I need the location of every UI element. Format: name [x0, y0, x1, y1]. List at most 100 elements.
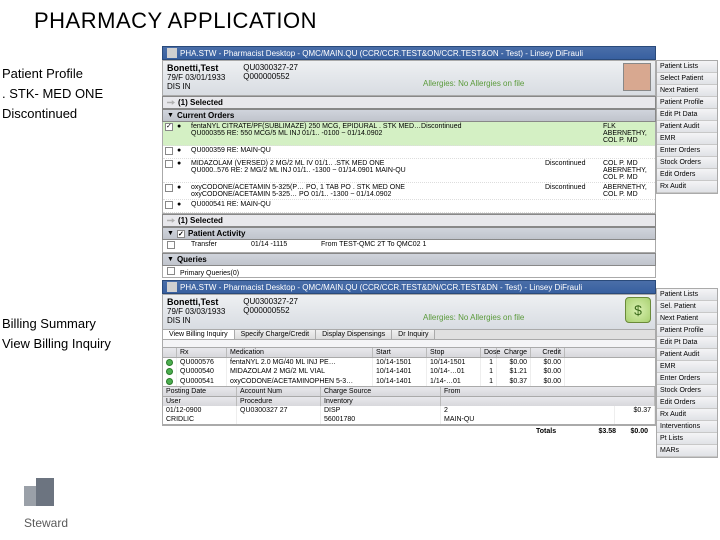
panel-btn-edit-orders[interactable]: Edit Orders	[657, 397, 717, 409]
panel-btn-sel-patient[interactable]: Sel. Patient	[657, 301, 717, 313]
order-med: QU000541 RE: MAIN-QU	[191, 201, 545, 211]
panel-btn-interventions[interactable]: Interventions	[657, 421, 717, 433]
sub-row[interactable]: 01/12-0900QU0300327 27DISP2$0.37	[163, 406, 655, 415]
checkbox[interactable]	[165, 147, 173, 155]
arrow-icon	[167, 99, 175, 107]
tab-view-billing-inquiry[interactable]: View Billing Inquiry	[163, 330, 235, 339]
panel-btn-select-patient[interactable]: Select Patient	[657, 73, 717, 85]
panel-btn-edit-orders[interactable]: Edit Orders	[657, 169, 717, 181]
rx-stop: 10/14-…01	[427, 367, 481, 376]
order-med: fentaNYL CITRATE/PF(SUBLIMAZE) 250 MCG, …	[191, 123, 545, 144]
panel-btn-edit-pt-data[interactable]: Edit Pt Data	[657, 109, 717, 121]
checkbox[interactable]	[165, 201, 173, 209]
patient-activity-header[interactable]: ▼ Patient Activity	[162, 227, 656, 240]
panel-btn-rx-audit[interactable]: Rx Audit	[657, 409, 717, 421]
status-icon: ●	[177, 184, 191, 198]
status-icon	[166, 359, 173, 366]
checkbox[interactable]	[167, 241, 175, 249]
activity-date: 01/14 -1115	[251, 241, 321, 251]
panel-btn-enter-orders[interactable]: Enter Orders	[657, 373, 717, 385]
rx-dose: 1	[481, 358, 497, 367]
section-title: Queries	[177, 255, 207, 264]
totals-charge: $3.58	[576, 428, 616, 435]
allergies-text: Allergies: No Allergies on file	[423, 313, 524, 322]
patient-acct: QU0300327-27	[243, 297, 298, 306]
panel-btn-next-patient[interactable]: Next Patient	[657, 313, 717, 325]
app-icon	[167, 282, 177, 292]
col-credit: Credit	[531, 348, 565, 357]
col-medication: Medication	[227, 348, 373, 357]
panel-btn-patient-audit[interactable]: Patient Audit	[657, 121, 717, 133]
checkbox[interactable]	[167, 267, 175, 275]
titlebar: PHA.STW - Pharmacist Desktop - QMC/MAIN.…	[162, 280, 656, 294]
checkbox[interactable]	[165, 184, 173, 192]
tab-dr-inquiry[interactable]: Dr Inquiry	[392, 330, 435, 339]
section-title: Patient Activity	[188, 229, 246, 238]
rx-dose: 1	[481, 367, 497, 376]
panel-btn-patient-profile[interactable]: Patient Profile	[657, 97, 717, 109]
order-row[interactable]: ● QU000359 RE: MAIN-QU	[163, 146, 655, 159]
steward-logo: Steward	[24, 478, 120, 518]
right-panel: Patient ListsSelect PatientNext PatientP…	[656, 60, 718, 194]
order-status	[545, 123, 603, 144]
col-inventory: Inventory	[321, 397, 441, 406]
order-row[interactable]: ● oxyCODONE/ACETAMIN 5-325(P… PO, 1 TAB …	[163, 183, 655, 200]
order-med: MIDAZOLAM (VERSED) 2 MG/2 ML IV 01/1.. .…	[191, 160, 545, 181]
queries-header[interactable]: ▼ Queries	[162, 253, 656, 266]
panel-btn-next-patient[interactable]: Next Patient	[657, 85, 717, 97]
panel-btn-patient-lists[interactable]: Patient Lists	[657, 61, 717, 73]
col-procedure: Procedure	[237, 397, 321, 406]
activity-row[interactable]: Transfer 01/14 -1115 From TEST-QMC 2T To…	[162, 240, 656, 253]
checkbox[interactable]	[165, 160, 173, 168]
panel-btn-rx-audit[interactable]: Rx Audit	[657, 181, 717, 193]
rx-stop: 1/14-…01	[427, 377, 481, 386]
sub-row[interactable]: CRIDLIC56001780MAIN-QU	[163, 415, 655, 424]
col-from: From	[441, 387, 655, 396]
selected-header[interactable]: (1) Selected	[162, 96, 656, 109]
panel-btn-pt-lists[interactable]: Pt Lists	[657, 433, 717, 445]
rx-id: QU000576	[177, 358, 227, 367]
rx-start: 10/14-1501	[373, 358, 427, 367]
status-icon: ●	[177, 123, 191, 144]
panel-btn-stock-orders[interactable]: Stock Orders	[657, 385, 717, 397]
activity-desc: From TEST-QMC 2T To QMC02 1	[321, 241, 651, 251]
col-charge: Charge	[497, 348, 531, 357]
sub-header: Posting DateAccount NumCharge SourceFrom	[163, 386, 655, 396]
current-orders-header[interactable]: ▼ Current Orders	[162, 109, 656, 122]
selected-footer[interactable]: (1) Selected	[162, 214, 656, 227]
order-provider: FLKABERNETHY,COL P. MD	[603, 123, 653, 144]
right-panel: Patient ListsSel. PatientNext PatientPat…	[656, 288, 718, 458]
patient-name: Bonetti,Test	[167, 63, 225, 73]
billing-row[interactable]: QU000576 fentaNYL 2.0 MG/40 ML INJ PE… 1…	[163, 358, 655, 367]
panel-btn-edit-pt-data[interactable]: Edit Pt Data	[657, 337, 717, 349]
order-row[interactable]: ● MIDAZOLAM (VERSED) 2 MG/2 ML IV 01/1..…	[163, 159, 655, 183]
panel-btn-emr[interactable]: EMR	[657, 361, 717, 373]
col-stop: Stop	[427, 348, 481, 357]
patient-status: DIS IN	[167, 316, 225, 325]
order-status	[545, 147, 603, 157]
panel-btn-patient-audit[interactable]: Patient Audit	[657, 349, 717, 361]
panel-btn-patient-profile[interactable]: Patient Profile	[657, 325, 717, 337]
window-pharmacist-desktop-1: PHA.STW - Pharmacist Desktop - QMC/MAIN.…	[162, 46, 656, 278]
billing-row[interactable]: QU000540 MIDAZOLAM 2 MG/2 ML VIAL 10/14-…	[163, 367, 655, 376]
patient-demo: 79/F 03/03/1933	[167, 307, 225, 316]
panel-btn-stock-orders[interactable]: Stock Orders	[657, 157, 717, 169]
col-source: Charge Source	[321, 387, 441, 396]
patient-acct: QU0300327-27	[243, 63, 298, 72]
rx-med: fentaNYL 2.0 MG/40 ML INJ PE…	[227, 358, 373, 367]
panel-btn-emr[interactable]: EMR	[657, 133, 717, 145]
order-row[interactable]: ● QU000541 RE: MAIN-QU	[163, 200, 655, 213]
note-line: View Billing Inquiry	[2, 334, 158, 354]
chevron-down-icon: ▼	[167, 112, 174, 119]
tab-specify-charge-credit[interactable]: Specify Charge/Credit	[235, 330, 316, 339]
checkbox-icon[interactable]	[177, 230, 185, 238]
order-row[interactable]: ● fentaNYL CITRATE/PF(SUBLIMAZE) 250 MCG…	[163, 122, 655, 146]
checkbox[interactable]	[165, 123, 173, 131]
order-med: QU000359 RE: MAIN-QU	[191, 147, 545, 157]
tab-display-dispensings[interactable]: Display Dispensings	[316, 330, 392, 339]
billing-row[interactable]: QU000541 oxyCODONE/ACETAMINOPHEN 5-3… 10…	[163, 377, 655, 386]
panel-btn-enter-orders[interactable]: Enter Orders	[657, 145, 717, 157]
panel-btn-patient-lists[interactable]: Patient Lists	[657, 289, 717, 301]
panel-btn-mars[interactable]: MARs	[657, 445, 717, 457]
page-title: PHARMACY APPLICATION	[0, 0, 720, 40]
